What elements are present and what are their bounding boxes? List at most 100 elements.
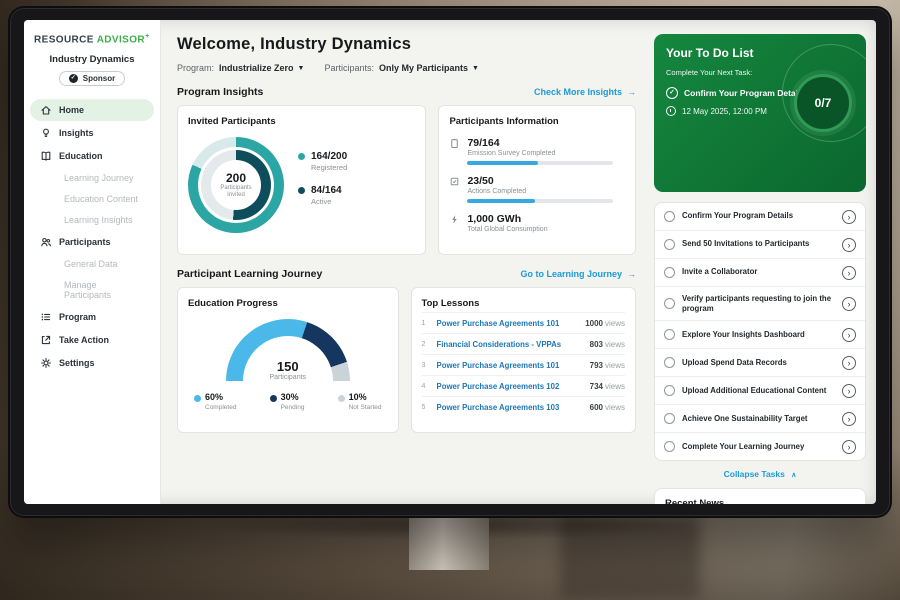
- sidebar-item-insights[interactable]: Insights: [30, 122, 154, 144]
- not-started-legend: 10% Not Started: [338, 393, 382, 411]
- lesson-views: 600: [590, 403, 603, 412]
- task-checkbox[interactable]: [664, 329, 675, 340]
- program-insights-header: Program Insights Check More Insights →: [177, 86, 636, 98]
- pending-dot-icon: [270, 395, 277, 402]
- home-icon: [40, 104, 52, 116]
- lightbulb-icon: [40, 127, 52, 139]
- task-row-explore-insights[interactable]: Explore Your Insights Dashboard ›: [655, 321, 865, 349]
- dashboard-screen: RESOURCE ADVISOR+ Industry Dynamics Spon…: [24, 20, 876, 504]
- task-row-verify-participants[interactable]: Verify participants requesting to join t…: [655, 287, 865, 321]
- chevron-right-icon[interactable]: ›: [842, 384, 856, 398]
- recent-news-title: Recent News: [665, 498, 724, 504]
- monitor-stand: [409, 512, 489, 570]
- participants-filter-label: Participants:: [324, 63, 374, 73]
- lesson-rank: 5: [422, 404, 430, 411]
- task-row-send-invitations[interactable]: Send 50 Invitations to Participants ›: [655, 231, 865, 259]
- lesson-link[interactable]: Power Purchase Agreements 101: [437, 361, 583, 370]
- task-row-invite-collaborator[interactable]: Invite a Collaborator ›: [655, 259, 865, 287]
- active-dot-icon: [298, 187, 305, 194]
- clock-icon: [666, 106, 676, 116]
- task-label: Invite a Collaborator: [682, 267, 835, 277]
- task-row-upload-educational-content[interactable]: Upload Additional Educational Content ›: [655, 377, 865, 405]
- sidebar-item-participants[interactable]: Participants: [30, 231, 154, 253]
- task-checkbox[interactable]: [664, 211, 675, 222]
- sidebar-item-settings[interactable]: Settings: [30, 352, 154, 374]
- emission-survey-stat: 79/164 Emission Survey Completed: [449, 137, 625, 165]
- lesson-row: 5 Power Purchase Agreements 103 600views: [422, 397, 626, 417]
- legend-pct: 10%: [349, 393, 382, 403]
- sidebar-item-learning-insights[interactable]: Learning Insights: [30, 210, 154, 230]
- lesson-link[interactable]: Power Purchase Agreements 103: [437, 403, 583, 412]
- stat-value: 79/164: [467, 137, 613, 149]
- actions-completed-stat: 23/50 Actions Completed: [449, 175, 625, 203]
- logo-plus: +: [145, 33, 150, 40]
- sidebar-item-take-action[interactable]: Take Action: [30, 329, 154, 351]
- pending-legend: 30% Pending: [270, 393, 305, 411]
- task-label: Send 50 Invitations to Participants: [682, 239, 835, 249]
- sidebar-item-label: Program: [59, 312, 96, 322]
- check-more-insights-link[interactable]: Check More Insights →: [534, 87, 636, 97]
- collapse-tasks-link[interactable]: Collapse Tasks ∧: [654, 469, 866, 479]
- chevron-right-icon[interactable]: ›: [842, 297, 856, 311]
- legend-label: Not Started: [349, 404, 382, 411]
- lesson-views: 793: [590, 361, 603, 370]
- lesson-link[interactable]: Financial Considerations - VPPAs: [437, 340, 583, 349]
- lesson-rank: 2: [422, 341, 430, 348]
- lesson-row: 1 Power Purchase Agreements 101 1000view…: [422, 313, 626, 334]
- task-checkbox[interactable]: [664, 413, 675, 424]
- sidebar-item-education[interactable]: Education: [30, 145, 154, 167]
- card-title: Invited Participants: [188, 116, 415, 127]
- program-filter-value[interactable]: Industrialize Zero: [219, 63, 294, 73]
- arrow-right-icon: →: [627, 269, 636, 279]
- sidebar-item-label: Settings: [59, 358, 95, 368]
- lesson-link[interactable]: Power Purchase Agreements 102: [437, 382, 583, 391]
- task-checkbox[interactable]: [664, 357, 675, 368]
- consumption-stat: 1,000 GWh Total Global Consumption: [449, 213, 625, 233]
- chevron-up-icon: ∧: [791, 472, 796, 479]
- go-to-learning-journey-link[interactable]: Go to Learning Journey →: [520, 269, 636, 279]
- task-label: Upload Additional Educational Content: [682, 386, 835, 396]
- lesson-link[interactable]: Power Purchase Agreements 101: [437, 319, 579, 328]
- chevron-right-icon[interactable]: ›: [842, 328, 856, 342]
- completed-dot-icon: [194, 395, 201, 402]
- views-suffix: views: [605, 319, 625, 328]
- sidebar-item-education-content[interactable]: Education Content: [30, 189, 154, 209]
- chevron-right-icon[interactable]: ›: [842, 356, 856, 370]
- chevron-down-icon[interactable]: ▼: [298, 65, 305, 72]
- checklist-icon: [449, 176, 460, 187]
- chevron-right-icon[interactable]: ›: [842, 210, 856, 224]
- chevron-right-icon[interactable]: ›: [842, 238, 856, 252]
- donut-legend: 164/200 Registered 84/164 Active: [298, 151, 347, 219]
- participants-filter-value[interactable]: Only My Participants: [379, 63, 468, 73]
- sidebar-item-manage-participants[interactable]: Manage Participants: [30, 275, 154, 305]
- task-row-achieve-sustainability-target[interactable]: Achieve One Sustainability Target ›: [655, 405, 865, 433]
- task-checkbox[interactable]: [664, 385, 675, 396]
- task-checkbox[interactable]: [664, 239, 675, 250]
- task-checkbox[interactable]: [664, 267, 675, 278]
- gauge-value: 150: [226, 359, 350, 374]
- sidebar-item-label: Home: [59, 105, 84, 115]
- task-row-complete-learning-journey[interactable]: Complete Your Learning Journey ›: [655, 433, 865, 460]
- sidebar-item-program[interactable]: Program: [30, 306, 154, 328]
- chevron-right-icon[interactable]: ›: [842, 412, 856, 426]
- task-checkbox[interactable]: [664, 441, 675, 452]
- task-checkbox[interactable]: [664, 298, 675, 309]
- sidebar-item-learning-journey[interactable]: Learning Journey: [30, 168, 154, 188]
- chevron-down-icon[interactable]: ▼: [472, 65, 479, 72]
- link-label: Go to Learning Journey: [520, 269, 622, 279]
- invited-chart-area: 200 Participants Invited 164/200 Registe: [188, 137, 415, 233]
- task-row-upload-spend-data[interactable]: Upload Spend Data Records ›: [655, 349, 865, 377]
- sidebar-item-home[interactable]: Home: [30, 99, 154, 121]
- todo-panel: Your To Do List Complete Your Next Task:…: [654, 20, 866, 504]
- stat-label: Actions Completed: [467, 188, 613, 195]
- clipboard-icon: [449, 138, 460, 149]
- sidebar-item-general-data[interactable]: General Data: [30, 254, 154, 274]
- todo-summary-card: Your To Do List Complete Your Next Task:…: [654, 34, 866, 192]
- task-row-confirm-program[interactable]: Confirm Your Program Details ›: [655, 203, 865, 231]
- stat-label: Total Global Consumption: [467, 226, 547, 233]
- chevron-right-icon[interactable]: ›: [842, 440, 856, 454]
- sidebar-item-label: Participants: [59, 237, 111, 247]
- lesson-views: 734: [590, 382, 603, 391]
- sidebar-item-label: Education: [59, 151, 103, 161]
- chevron-right-icon[interactable]: ›: [842, 266, 856, 280]
